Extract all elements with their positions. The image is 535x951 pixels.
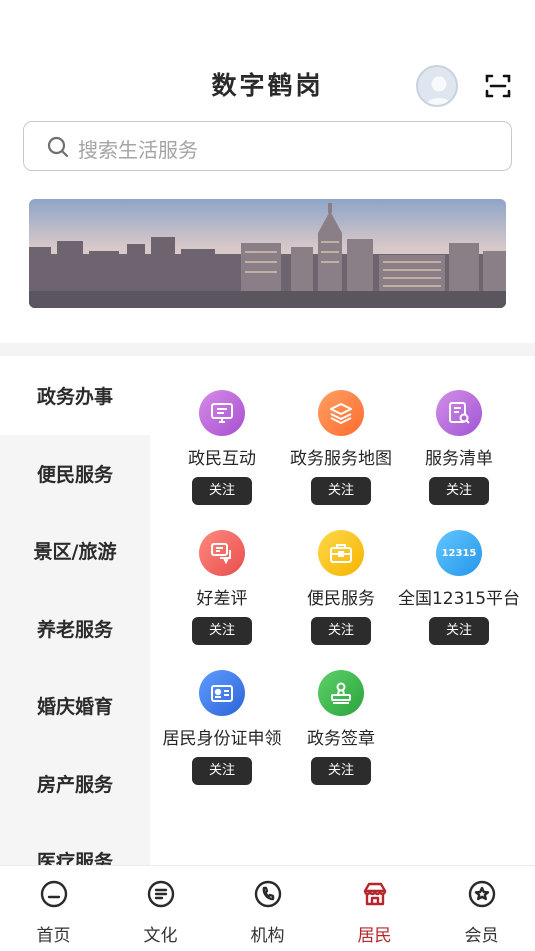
service-item[interactable]: 服务清单 关注 [395,358,523,505]
section-divider [0,343,535,356]
service-item[interactable]: 12315 全国12315平台 关注 [395,498,523,645]
service-label: 政务服务地图 [290,449,392,469]
header: 数字鹤岗 搜索生活服务 [0,0,535,345]
sidebar-item-label: 景区/旅游 [33,541,117,564]
stamp-icon [318,670,364,716]
service-label: 全国12315平台 [397,589,521,609]
tab-label: 会员 [464,926,499,946]
comment-icon [199,530,245,576]
service-label: 政民互动 [188,449,256,469]
sidebar-item-label: 便民服务 [36,463,113,486]
screen-icon [199,390,245,436]
tab-culture[interactable]: 文化 [107,866,214,951]
scan-icon[interactable] [484,72,512,100]
sidebar-item-label: 房产服务 [36,773,113,796]
follow-button[interactable]: 关注 [192,757,252,785]
sidebar-item-government[interactable]: 政务办事 [0,357,150,435]
service-item[interactable]: 政务签章 关注 [277,638,405,785]
tab-resident[interactable]: 居民 [321,866,428,951]
avatar[interactable] [416,65,458,107]
list-search-icon [436,390,482,436]
phone-icon [254,880,281,908]
sidebar-item-label: 医疗服务 [36,851,113,865]
service-item[interactable]: 好差评 关注 [158,498,286,645]
city-banner-image[interactable] [29,199,506,308]
sidebar-item-convenience[interactable]: 便民服务 [0,435,150,513]
tab-label: 居民 [357,926,392,946]
tab-institution[interactable]: 机构 [214,866,321,951]
search-input[interactable]: 搜索生活服务 [78,134,198,163]
service-item[interactable]: 居民身份证申领 关注 [158,638,286,785]
12315-icon-text: 12315 [441,547,477,559]
service-label: 便民服务 [307,589,375,609]
tab-label: 机构 [250,926,285,946]
tab-label: 首页 [36,926,71,946]
service-label: 居民身份证申领 [162,729,282,749]
tab-member[interactable]: 会员 [428,866,535,951]
document-icon [147,880,174,908]
service-label: 好差评 [196,589,248,609]
service-item[interactable]: 便民服务 关注 [277,498,405,645]
service-label: 服务清单 [425,449,493,469]
sidebar-item-real-estate[interactable]: 房产服务 [0,745,150,823]
sidebar-item-medical[interactable]: 医疗服务 [0,822,150,865]
search-bar[interactable]: 搜索生活服务 [23,121,512,171]
service-item[interactable]: 政务服务地图 关注 [277,358,405,505]
resident-icon [363,882,386,906]
follow-button[interactable]: 关注 [311,757,371,785]
sidebar-item-tourism[interactable]: 景区/旅游 [0,512,150,590]
sidebar-item-elderly-care[interactable]: 养老服务 [0,590,150,668]
sidebar-item-label: 政务办事 [36,386,113,409]
follow-button[interactable]: 关注 [429,617,489,645]
sidebar-item-label: 婚庆婚育 [36,696,113,719]
layers-icon [318,390,364,436]
sidebar-item-marriage[interactable]: 婚庆婚育 [0,667,150,745]
service-grid: 政民互动 关注 政务服务地图 关注 服务清单 关注 好差评 关注 便民服务 关注… [150,357,535,865]
home-icon [40,880,67,908]
bottom-tab-bar: 首页 文化 机构 居民 会员 [0,865,535,951]
id-card-icon [199,670,245,716]
briefcase-icon [318,530,364,576]
service-item[interactable]: 政民互动 关注 [158,358,286,505]
member-icon [468,880,495,908]
tab-home[interactable]: 首页 [0,866,107,951]
search-icon [47,136,69,158]
service-label: 政务签章 [307,729,375,749]
sidebar-item-label: 养老服务 [36,618,113,641]
category-sidebar: 政务办事 便民服务 景区/旅游 养老服务 婚庆婚育 房产服务 医疗服务 [0,357,150,865]
12315-icon: 12315 [436,530,482,576]
tab-label: 文化 [143,926,178,946]
